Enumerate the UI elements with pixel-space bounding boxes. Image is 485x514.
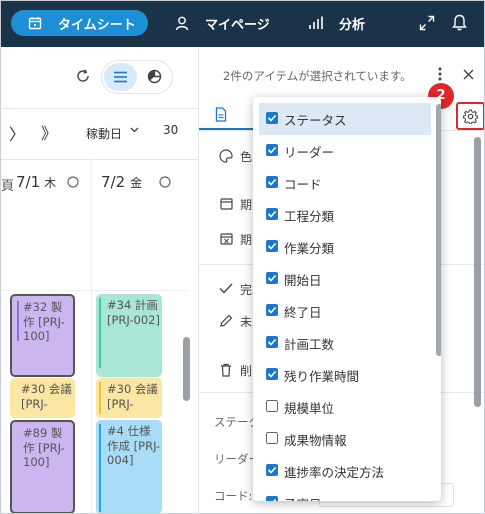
menu-scrollbar[interactable] (436, 104, 441, 356)
checkbox-checked-icon[interactable] (266, 336, 278, 348)
day-header-7-1: 7/1 木 (16, 173, 57, 191)
checkbox-checked-icon[interactable] (266, 464, 278, 476)
task-card-89[interactable]: #89 製作 [PRJ-100] (10, 420, 75, 513)
top-navigation-bar: タイムシート マイページ 分析 (1, 1, 484, 47)
fast-next-button[interactable]: 》 (41, 120, 57, 144)
task-card-32[interactable]: #32 製作 [PRJ-100] (10, 294, 75, 377)
period-label: 稼動日 (86, 127, 123, 141)
column-option-label: 成果物情報 (284, 433, 347, 448)
column-option[interactable]: 計画工数 (253, 327, 431, 359)
checkbox-unchecked-icon[interactable] (266, 432, 278, 444)
column-option[interactable]: コード (253, 167, 431, 199)
day-header-partial: 頁 (1, 179, 15, 194)
delete-label[interactable]: 削 (240, 362, 252, 379)
task-accent (99, 424, 101, 512)
more-vertical-icon[interactable] (438, 67, 442, 81)
column-option-label: 工程分類 (284, 209, 335, 224)
trash-icon[interactable] (220, 363, 232, 377)
edit-icon[interactable] (219, 314, 233, 328)
calendar-end-icon (220, 233, 233, 245)
person-icon (175, 16, 189, 31)
column-option[interactable]: 終了日 (253, 295, 431, 327)
checkbox-checked-icon[interactable] (266, 208, 278, 220)
clock-icon (67, 176, 79, 188)
check-icon[interactable] (219, 283, 233, 294)
tab-mypage[interactable]: マイページ (171, 1, 271, 47)
task-accent (17, 301, 19, 341)
task-card-34[interactable]: #34 計画 [PRJ-002] (96, 294, 162, 377)
refresh-icon[interactable] (76, 69, 90, 83)
column-option[interactable]: 進捗率の決定方法 (253, 455, 431, 487)
checkbox-unchecked-icon[interactable] (266, 400, 278, 412)
task-card-30-a[interactable]: #30 会議 [PRJ- (10, 378, 75, 418)
tab-timesheet[interactable]: タイムシート (11, 10, 148, 36)
color-label: 色 (240, 150, 253, 164)
column-option[interactable]: 工程分類 (253, 199, 431, 231)
complete-label[interactable]: 完 (240, 281, 252, 298)
column-option[interactable]: 開始日 (253, 263, 431, 295)
pie-chart-icon[interactable] (147, 69, 162, 84)
tab-analysis-label: 分析 (339, 18, 366, 33)
start-date-label: 期 (240, 198, 253, 212)
timesheet-scrollbar[interactable] (183, 337, 190, 401)
column-option[interactable]: 作業分類 (253, 231, 431, 263)
tab-timesheet-label: タイムシート (58, 18, 136, 33)
selection-count: 2件のアイテムが選択されています。 (223, 69, 412, 83)
column-option-label: 予定日 (284, 494, 322, 501)
tab-mypage-label: マイページ (205, 18, 270, 33)
panel-scrollbar[interactable] (474, 137, 481, 407)
code-field-label: コード: (214, 489, 253, 503)
checkbox-checked-icon[interactable] (266, 144, 278, 156)
task-card-4[interactable]: #4 仕様作成 [PRJ-004] (96, 420, 162, 513)
gear-icon (463, 109, 478, 124)
task-accent (99, 298, 101, 368)
column-option[interactable]: 規模単位 (253, 391, 431, 423)
calendar-start-icon (220, 198, 233, 210)
column-settings-button[interactable] (456, 102, 484, 130)
bar-chart-icon (309, 16, 323, 29)
app-window: タイムシート マイページ 分析 〉 》 稼動日 30 頁 7/1 木 7/2 金… (0, 0, 485, 514)
calendar-icon (28, 17, 42, 30)
column-option[interactable]: 残り作業時間 (253, 359, 431, 391)
column-option-label: コード (284, 177, 322, 192)
day-header-7-2: 7/2 金 (101, 173, 143, 191)
column-option[interactable]: リーダー (253, 135, 431, 167)
checkbox-checked-icon[interactable] (266, 112, 278, 124)
column-option[interactable]: 成果物情報 (253, 423, 431, 455)
column-option-label: 終了日 (284, 305, 322, 320)
next-button[interactable]: 〉 (9, 121, 25, 145)
column-option-label: 作業分類 (284, 241, 335, 256)
expand-icon[interactable] (419, 15, 435, 31)
period-selector[interactable]: 稼動日 (86, 123, 139, 142)
list-view-icon (114, 71, 127, 83)
column-option[interactable]: 予定日 (253, 487, 431, 501)
incomplete-label[interactable]: 未 (240, 313, 252, 330)
checkbox-checked-icon[interactable] (266, 176, 278, 188)
column-option-label: 残り作業時間 (284, 369, 360, 384)
column-option-label: 計画工数 (284, 337, 335, 352)
document-icon[interactable] (215, 107, 227, 122)
column-option[interactable]: ステータス (259, 103, 431, 135)
clock-icon (159, 176, 171, 188)
column-option-label: 開始日 (284, 273, 322, 288)
column-option-label: リーダー (284, 145, 335, 160)
column-option-label: ステータス (284, 113, 347, 128)
checkbox-checked-icon[interactable] (266, 272, 278, 284)
task-card-30-b[interactable]: #30 会議 [PRJ- (96, 378, 162, 418)
end-date-label: 期 (240, 233, 253, 247)
column-option-label: 進捗率の決定方法 (284, 465, 385, 480)
bell-icon[interactable] (452, 14, 467, 31)
zoom-label[interactable]: 30 (163, 123, 178, 137)
task-accent (99, 382, 101, 414)
palette-icon (219, 149, 233, 163)
tab-analysis[interactable]: 分析 (306, 1, 376, 47)
checkbox-checked-icon[interactable] (266, 304, 278, 316)
column-option-label: 規模単位 (284, 401, 335, 416)
column-visibility-menu: ステータスリーダーコード工程分類作業分類開始日終了日計画工数残り作業時間 規模単位… (253, 97, 441, 501)
checkbox-checked-icon[interactable] (266, 240, 278, 252)
chevron-down-icon (130, 127, 139, 133)
close-icon[interactable] (463, 69, 474, 80)
checkbox-checked-icon[interactable] (266, 496, 278, 501)
checkbox-checked-icon[interactable] (266, 368, 278, 380)
